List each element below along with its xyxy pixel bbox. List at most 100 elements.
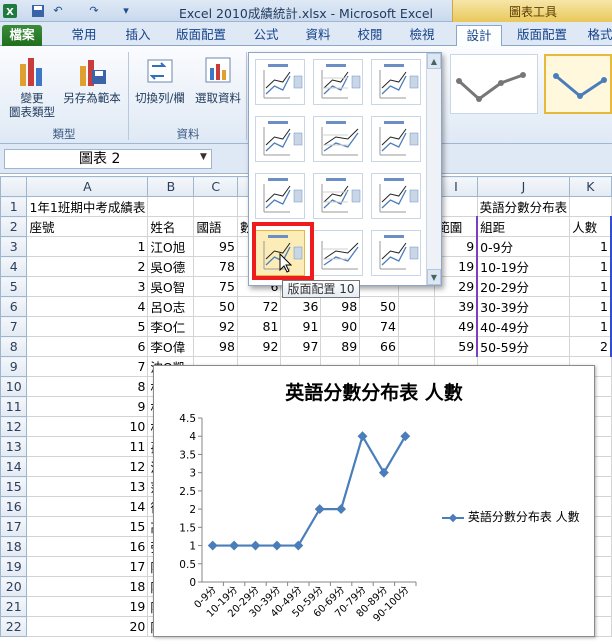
cell[interactable]: 92 [193, 316, 238, 337]
cell[interactable]: 14 [26, 496, 149, 517]
cell[interactable]: 1 [26, 236, 149, 257]
cell[interactable] [193, 196, 238, 217]
chart-style-1[interactable] [450, 54, 538, 114]
chart-layout-option[interactable] [371, 59, 421, 105]
cell[interactable]: 0-9分 [476, 236, 571, 257]
cell[interactable]: 英語分數分布表 [476, 196, 571, 217]
cell[interactable]: 95 [193, 236, 238, 257]
chart-style-2[interactable] [544, 54, 612, 114]
cell[interactable]: 92 [236, 336, 282, 357]
cell[interactable]: 13 [26, 476, 149, 497]
cell[interactable]: 7 [26, 356, 149, 377]
cell[interactable]: 17 [26, 556, 149, 577]
switch-row-column-button[interactable]: 切換列/欄 [132, 54, 188, 105]
cell[interactable]: 20 [26, 616, 149, 637]
cell[interactable]: 59 [434, 336, 478, 357]
cell[interactable]: 李O偉 [147, 336, 195, 357]
select-data-button[interactable]: 選取資料 [190, 54, 246, 105]
cell[interactable]: 1 [569, 316, 612, 337]
row-header[interactable]: 21 [0, 596, 28, 617]
cell[interactable]: 1 [569, 276, 612, 297]
row-header[interactable]: 3 [0, 236, 28, 257]
row-header[interactable]: 1 [0, 196, 28, 217]
cell[interactable]: 39 [434, 296, 478, 317]
cell[interactable]: 8 [26, 376, 149, 397]
cell[interactable]: 50-59分 [476, 336, 571, 357]
cell[interactable]: 78 [193, 256, 238, 277]
tab-file[interactable]: 檔案 [2, 25, 42, 46]
save-as-template-button[interactable]: 另存為範本 [60, 54, 124, 105]
cell[interactable]: 人數 [569, 216, 612, 237]
cell[interactable]: 89 [320, 336, 361, 357]
chart-layout-option[interactable] [255, 59, 305, 105]
cell[interactable]: 2 [569, 336, 612, 357]
tab-home[interactable]: 常用 [64, 25, 104, 46]
tab-chart-format[interactable]: 格式 [580, 25, 612, 46]
row-header[interactable]: 5 [0, 276, 28, 297]
cell[interactable]: 19 [26, 596, 149, 617]
cell[interactable]: 98 [193, 336, 238, 357]
tab-data[interactable]: 資料 [298, 25, 338, 46]
row-header[interactable]: 11 [0, 396, 28, 417]
tab-page-layout[interactable]: 版面配置 [170, 25, 232, 46]
cell[interactable]: 49 [434, 316, 478, 337]
row-header[interactable]: 9 [0, 356, 28, 377]
row-header[interactable]: 22 [0, 616, 28, 637]
cell[interactable]: 6 [26, 336, 149, 357]
cell[interactable]: 81 [236, 316, 282, 337]
select-all-corner[interactable] [0, 176, 28, 197]
column-header[interactable]: B [147, 176, 195, 197]
chart-layout-option[interactable] [371, 173, 421, 219]
cell[interactable]: 72 [236, 296, 282, 317]
tab-review[interactable]: 校閱 [350, 25, 390, 46]
cell[interactable]: 江O旭 [147, 236, 195, 257]
row-header[interactable]: 6 [0, 296, 28, 317]
row-header[interactable]: 17 [0, 516, 28, 537]
cell[interactable]: 4 [26, 296, 149, 317]
cell[interactable]: 5 [26, 316, 149, 337]
row-header[interactable]: 19 [0, 556, 28, 577]
cell[interactable]: 李O仁 [147, 316, 195, 337]
scroll-up-icon[interactable]: ▲ [427, 53, 441, 69]
cell[interactable]: 18 [26, 576, 149, 597]
tab-insert[interactable]: 插入 [118, 25, 158, 46]
row-header[interactable]: 2 [0, 216, 28, 237]
cell[interactable] [397, 336, 436, 357]
cell[interactable]: 3 [26, 276, 149, 297]
cell[interactable] [147, 196, 195, 217]
chevron-down-icon[interactable]: ▼ [200, 152, 207, 162]
cell[interactable] [397, 316, 436, 337]
chart-layout-option[interactable] [371, 230, 421, 276]
cell[interactable]: 11 [26, 436, 149, 457]
cell[interactable]: 國語 [193, 216, 238, 237]
row-header[interactable]: 7 [0, 316, 28, 337]
cell[interactable]: 15 [26, 516, 149, 537]
scroll-down-icon[interactable]: ▼ [427, 269, 441, 285]
chart-layout-option[interactable] [255, 116, 305, 162]
cell[interactable]: 20-29分 [476, 276, 571, 297]
cell[interactable]: 66 [359, 336, 399, 357]
cell[interactable]: 10 [26, 416, 149, 437]
name-box[interactable]: 圖表 2 [4, 149, 212, 169]
cell[interactable]: 50 [359, 296, 399, 317]
cell[interactable]: 1年1班期中考成績表 [26, 196, 149, 217]
tab-chart-design[interactable]: 設計 [456, 25, 502, 46]
change-chart-type-button[interactable]: 變更 圖表類型 [4, 54, 60, 119]
cell[interactable]: 1 [569, 236, 612, 257]
cell[interactable] [397, 296, 436, 317]
cell[interactable] [569, 196, 612, 217]
cell[interactable]: 98 [320, 296, 361, 317]
column-header[interactable]: J [476, 176, 571, 197]
row-header[interactable]: 20 [0, 576, 28, 597]
chart-layout-option[interactable] [371, 116, 421, 162]
row-header[interactable]: 14 [0, 456, 28, 477]
cell[interactable]: 97 [280, 336, 322, 357]
cell[interactable]: 75 [193, 276, 238, 297]
cell[interactable]: 2 [26, 256, 149, 277]
cell[interactable]: 1 [569, 256, 612, 277]
cell[interactable]: 吳O智 [147, 276, 195, 297]
row-header[interactable]: 13 [0, 436, 28, 457]
cell[interactable]: 座號 [26, 216, 149, 237]
chart-layout-option[interactable] [255, 173, 305, 219]
row-header[interactable]: 15 [0, 476, 28, 497]
